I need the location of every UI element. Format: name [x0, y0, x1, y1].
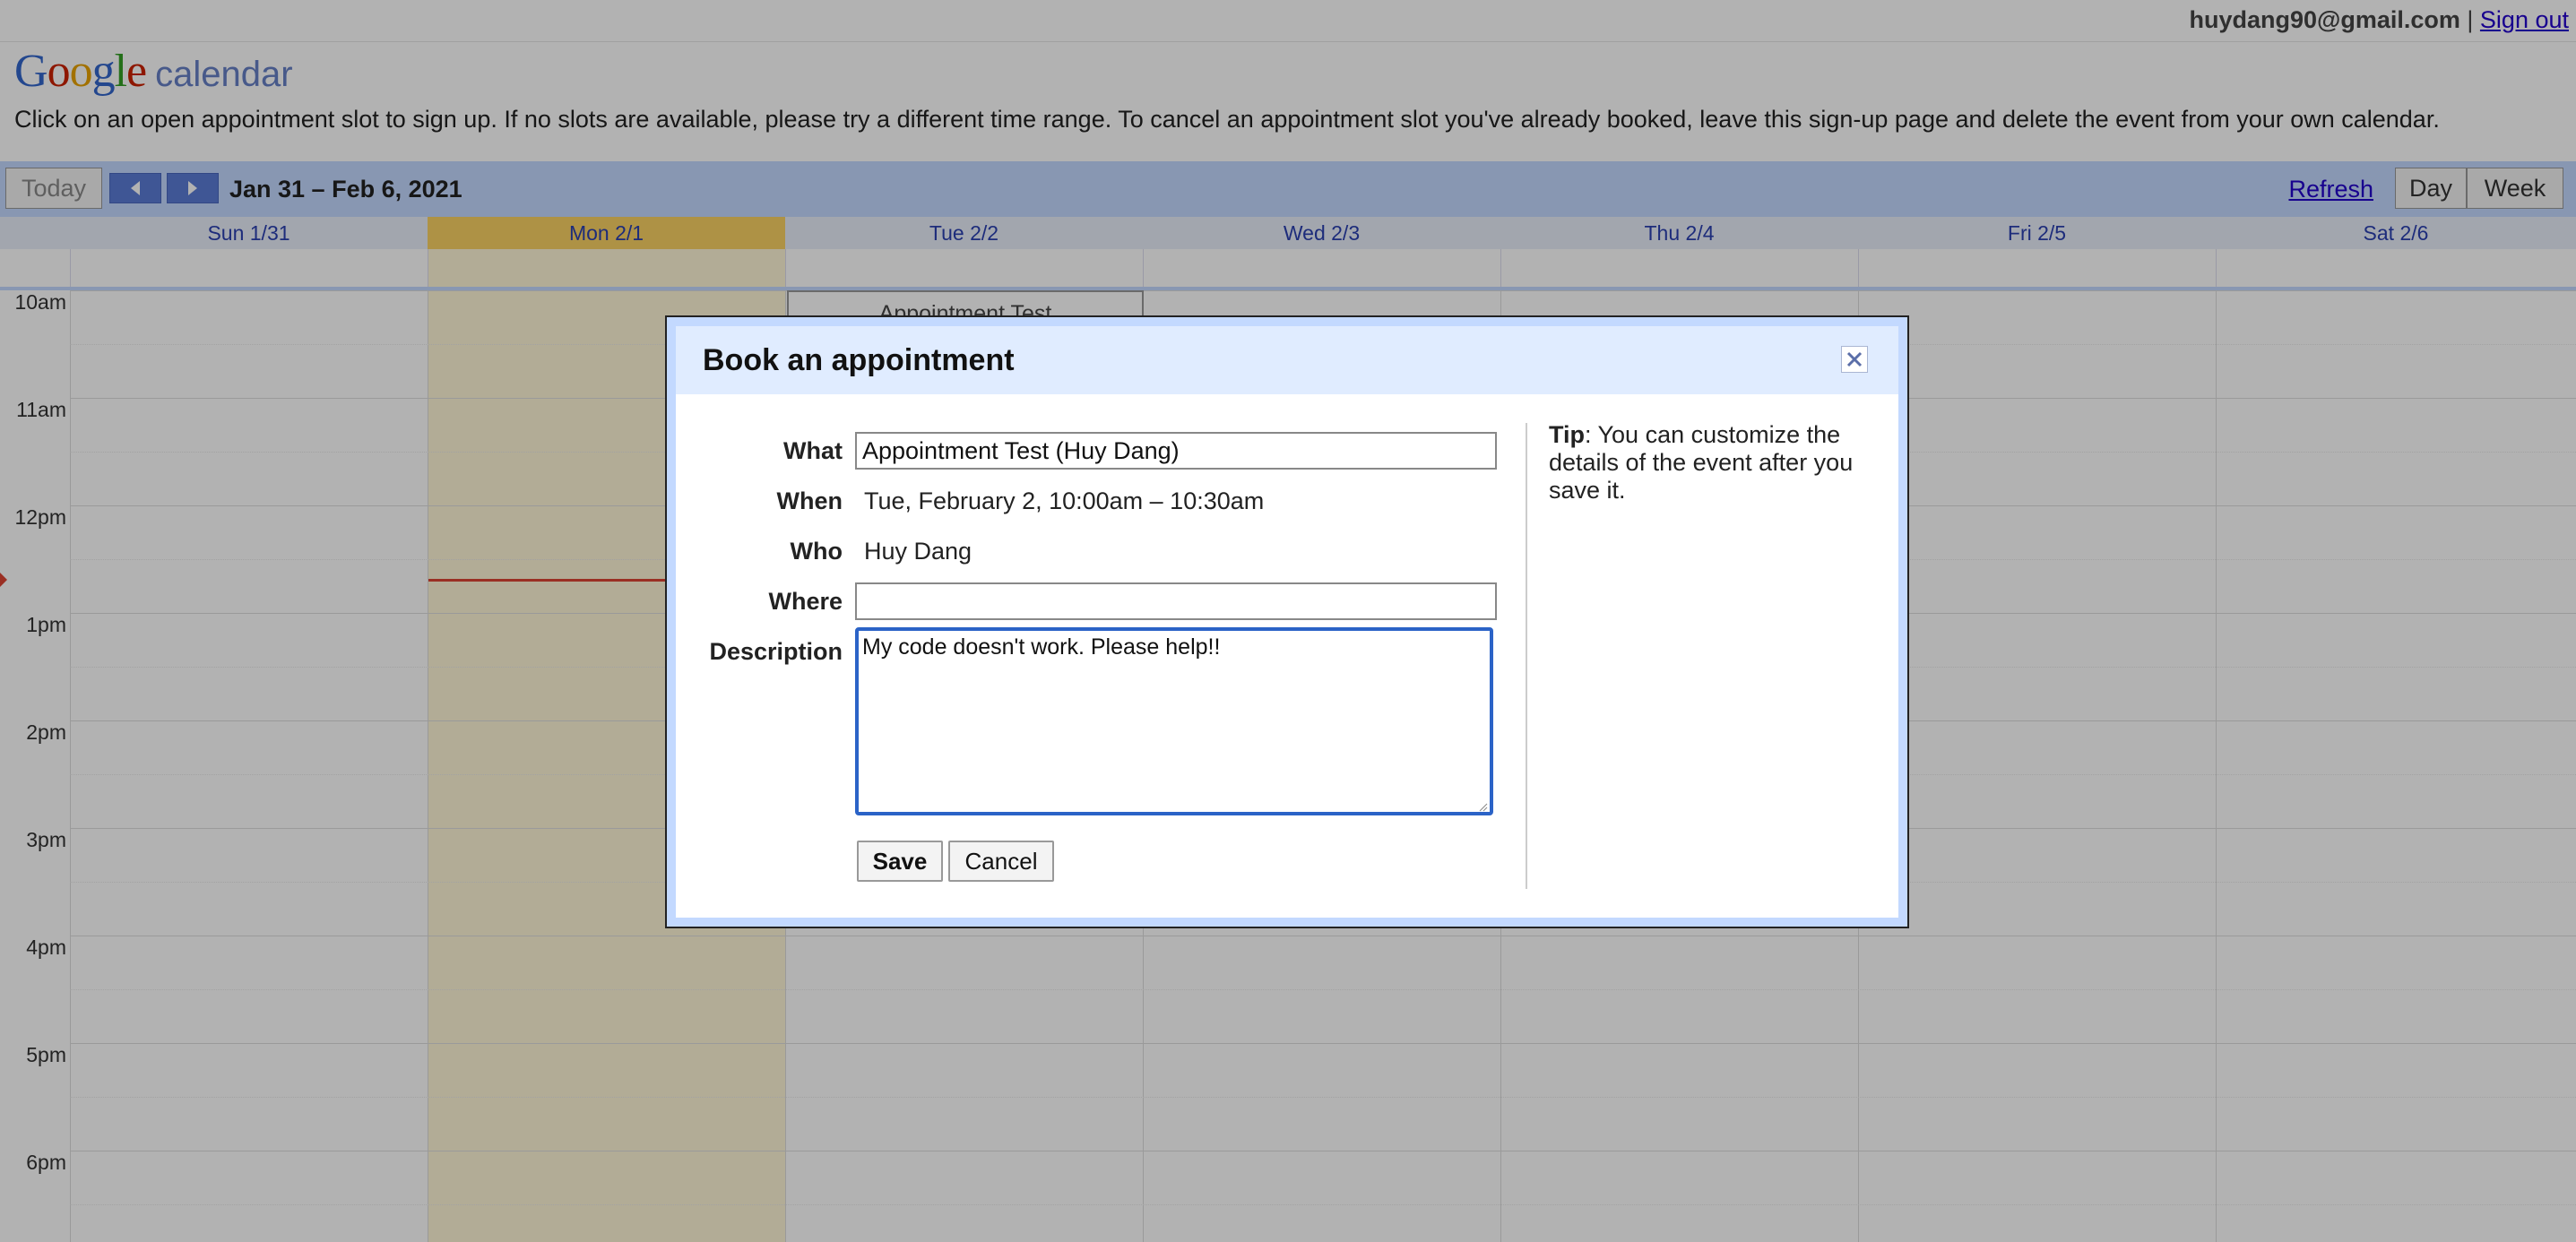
book-appointment-dialog: Book an appointment What When Tue, Febru… [665, 315, 1909, 928]
dialog-title: Book an appointment [703, 343, 1015, 377]
tip-body: : You can customize the details of the e… [1549, 421, 1854, 504]
description-label: Description [709, 638, 843, 665]
close-button[interactable] [1841, 346, 1868, 373]
tip-label: Tip [1549, 421, 1585, 448]
where-input[interactable] [855, 582, 1497, 620]
close-icon [1846, 351, 1863, 367]
save-button[interactable]: Save [857, 841, 943, 882]
cancel-button[interactable]: Cancel [948, 841, 1054, 882]
tip-text: Tip: You can customize the details of th… [1549, 421, 1889, 505]
what-label: What [783, 437, 843, 464]
when-value: Tue, February 2, 10:00am – 10:30am [864, 487, 1265, 514]
when-label: When [776, 487, 843, 514]
dialog-header: Book an appointment [676, 326, 1898, 394]
who-value: Huy Dang [864, 538, 972, 565]
dialog-body: Book an appointment What When Tue, Febru… [676, 326, 1898, 918]
what-input[interactable] [855, 432, 1497, 470]
who-label: Who [790, 538, 843, 565]
dialog-divider [1526, 423, 1527, 889]
description-textarea[interactable]: My code doesn't work. Please help!! [855, 627, 1493, 815]
where-label: Where [768, 588, 843, 615]
resize-handle-icon[interactable] [1479, 803, 1488, 812]
